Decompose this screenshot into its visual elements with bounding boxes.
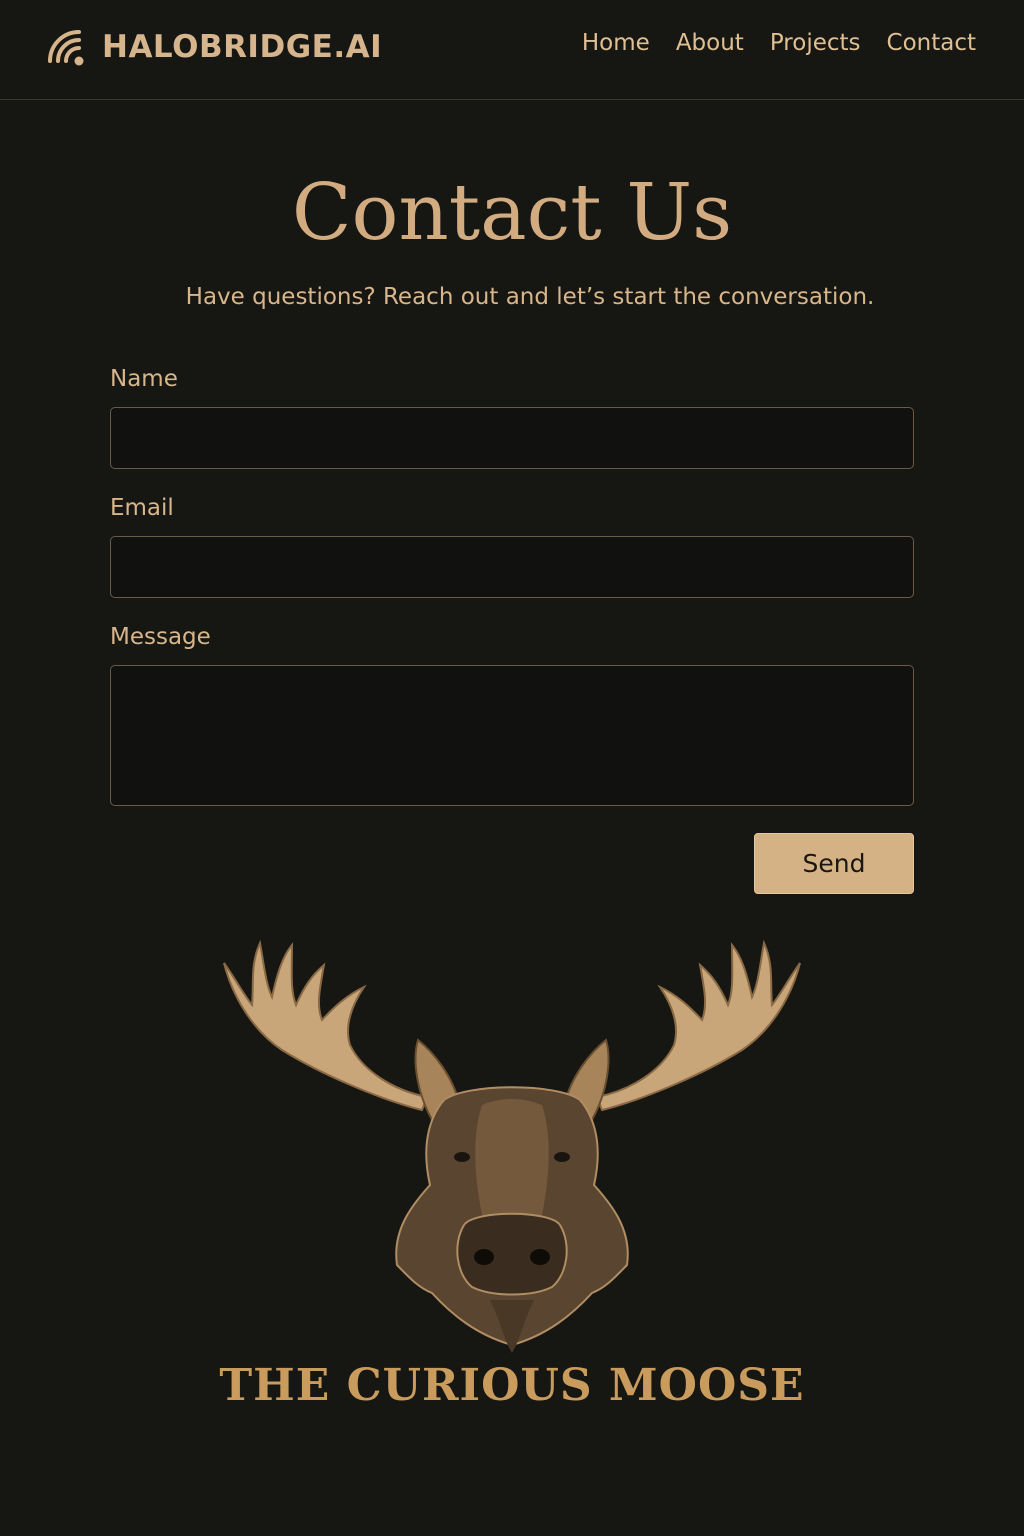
- brand-logo[interactable]: HALOBRIDGE.AI: [48, 22, 382, 72]
- email-label: Email: [110, 495, 174, 521]
- name-label: Name: [110, 366, 178, 392]
- nav-link-projects[interactable]: Projects: [770, 30, 861, 56]
- nav-link-home[interactable]: Home: [582, 30, 650, 56]
- nav-link-contact[interactable]: Contact: [887, 30, 976, 56]
- site-header: HALOBRIDGE.AI Home About Projects Contac…: [0, 0, 1024, 100]
- moose-head-illustration: [223, 939, 801, 1353]
- main-nav: Home About Projects Contact: [582, 30, 976, 56]
- page-subtitle: Have questions? Reach out and let’s star…: [185, 284, 875, 310]
- message-textarea[interactable]: [110, 665, 914, 806]
- wifi-signal-icon: [48, 30, 84, 66]
- nav-link-about[interactable]: About: [676, 30, 744, 56]
- footer-brand-text: THE CURIOUS MOOSE: [219, 1360, 805, 1411]
- page-title: Contact Us: [291, 168, 733, 258]
- name-input[interactable]: [110, 407, 914, 469]
- message-label: Message: [110, 624, 211, 650]
- email-input[interactable]: [110, 536, 914, 598]
- send-button[interactable]: Send: [754, 833, 914, 894]
- brand-name: HALOBRIDGE.AI: [102, 29, 383, 65]
